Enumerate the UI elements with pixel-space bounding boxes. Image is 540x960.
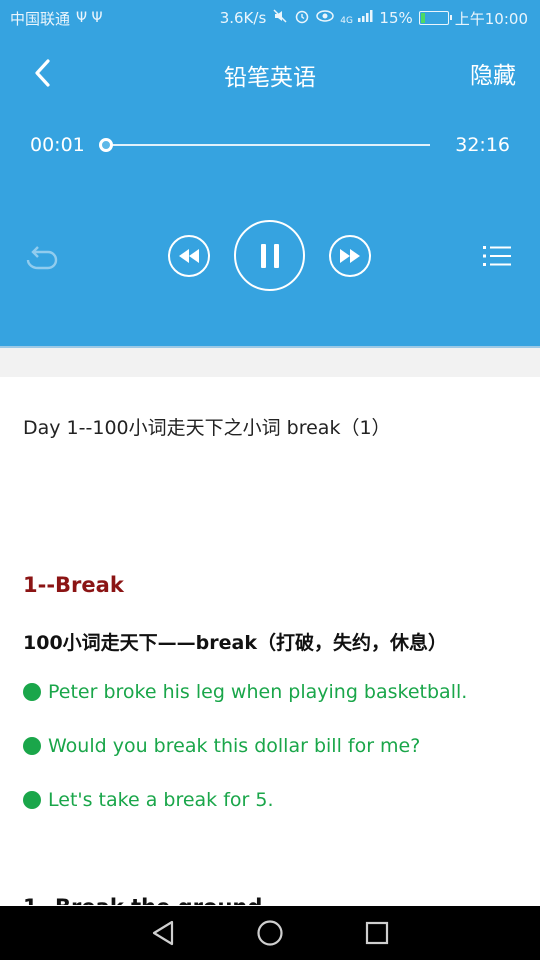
pause-button[interactable] [234, 220, 305, 291]
lesson-content[interactable]: Day 1--100小词走天下之小词 break（1） 1--Break 100… [0, 377, 540, 905]
repeat-button[interactable] [22, 242, 58, 272]
bullet-dot-icon [23, 737, 41, 755]
example-sentence[interactable]: Would you break this dollar bill for me? [23, 735, 420, 757]
page-title: 铅笔英语 [224, 65, 316, 91]
section-heading: 1--Break [23, 573, 124, 597]
nav-back-button[interactable] [145, 915, 181, 951]
word-subtitle: 100小词走天下——break（打破，失约，休息） [23, 632, 447, 654]
hide-button[interactable]: 隐藏 [470, 56, 516, 90]
alarm-icon [294, 8, 310, 28]
list-icon [483, 246, 511, 266]
rewind-button[interactable] [168, 235, 210, 277]
eye-icon [316, 9, 335, 27]
fast-forward-icon [340, 249, 360, 263]
example-sentence[interactable]: Let's take a break for 5. [23, 789, 274, 811]
current-time: 00:01 [30, 134, 85, 156]
playlist-button[interactable] [482, 242, 512, 270]
next-section-heading: 1--Break the ground [23, 895, 262, 905]
pause-icon [260, 243, 279, 268]
status-bar: 中国联通 Ψ Ψ 3.6K/s 4G 15% 上午10:00 [0, 0, 540, 36]
clock: 上午10:00 [454, 9, 528, 28]
square-recents-icon [365, 921, 388, 945]
triangle-back-icon [153, 920, 174, 946]
rewind-icon [179, 249, 199, 263]
fast-forward-button[interactable] [329, 235, 371, 277]
section-divider [0, 346, 540, 377]
circle-home-icon [257, 920, 283, 946]
usb-icon: Ψ Ψ [76, 10, 103, 26]
sentence-text: Peter broke his leg when playing basketb… [48, 681, 468, 703]
player-header: 铅笔英语 隐藏 00:01 32:16 [0, 36, 540, 346]
signal-type: 4G [340, 16, 353, 26]
lesson-title: Day 1--100小词走天下之小词 break（1） [23, 417, 391, 439]
battery-percent: 15% [379, 9, 413, 27]
bullet-dot-icon [23, 791, 41, 809]
sentence-text: Let's take a break for 5. [48, 789, 274, 811]
bullet-dot-icon [23, 683, 41, 701]
seek-thumb[interactable] [99, 138, 113, 152]
battery-icon [418, 11, 452, 25]
carrier-label: 中国联通 [10, 9, 71, 28]
repeat-icon [26, 246, 58, 270]
total-time: 32:16 [455, 134, 510, 156]
example-sentence[interactable]: Peter broke his leg when playing basketb… [23, 681, 467, 703]
seek-bar[interactable] [99, 138, 430, 152]
sentence-text: Would you break this dollar bill for me? [48, 735, 421, 757]
nav-home-button[interactable] [252, 915, 288, 951]
system-nav-bar [0, 906, 540, 960]
nav-recents-button[interactable] [359, 915, 395, 951]
signal-icon: 4G [340, 9, 373, 27]
mute-icon [272, 8, 288, 28]
net-speed: 3.6K/s [219, 9, 267, 27]
